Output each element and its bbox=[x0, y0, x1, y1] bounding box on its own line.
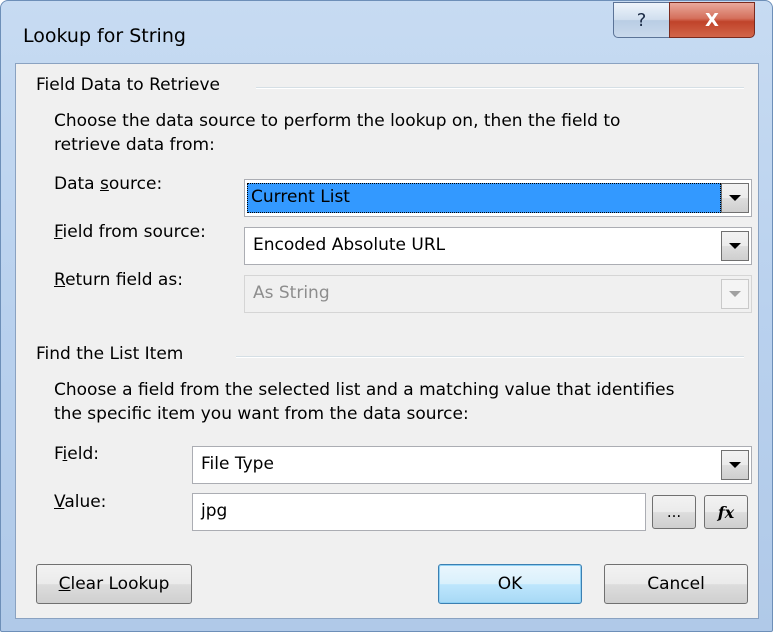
field-from-source-value: Encoded Absolute URL bbox=[253, 235, 446, 255]
cancel-label: Cancel bbox=[647, 574, 705, 594]
return-field-as-value: As String bbox=[253, 283, 330, 303]
group-divider bbox=[256, 87, 744, 89]
value-label: Value: bbox=[54, 492, 107, 512]
group-divider bbox=[236, 356, 744, 358]
field-data-description-line2: retrieve data from: bbox=[54, 135, 215, 155]
return-field-as-label: Return field as: bbox=[54, 270, 183, 290]
field-dropdown[interactable]: File Type bbox=[192, 446, 752, 484]
value-input[interactable]: jpg bbox=[192, 493, 646, 531]
field-value: File Type bbox=[201, 454, 274, 474]
field-label: Field: bbox=[54, 444, 99, 464]
window-title: Lookup for String bbox=[23, 25, 186, 47]
close-button[interactable]: X bbox=[669, 2, 755, 38]
dialog-window: Lookup for String ? X Field Data to Retr… bbox=[0, 0, 773, 632]
chevron-down-icon bbox=[729, 243, 741, 249]
find-item-description-line1: Choose a field from the selected list an… bbox=[54, 380, 675, 400]
field-from-source-dropdown-button[interactable] bbox=[721, 231, 749, 261]
find-item-description-line2: the specific item you want from the data… bbox=[54, 404, 469, 424]
function-icon: fx bbox=[717, 502, 735, 522]
help-icon: ? bbox=[636, 9, 647, 31]
field-dropdown-button[interactable] bbox=[721, 450, 749, 480]
ellipsis-icon: ... bbox=[666, 503, 682, 521]
data-source-dropdown[interactable]: Current List bbox=[244, 179, 752, 217]
field-from-source-label: Field from source: bbox=[54, 222, 206, 242]
chevron-down-icon bbox=[729, 291, 741, 297]
clear-lookup-label: Clear Lookup bbox=[58, 574, 170, 594]
return-field-as-dropdown[interactable]: As String bbox=[244, 275, 752, 313]
chevron-down-icon bbox=[729, 462, 741, 468]
help-button[interactable]: ? bbox=[613, 2, 669, 38]
browse-button[interactable]: ... bbox=[652, 495, 696, 529]
close-icon: X bbox=[705, 9, 719, 31]
value-input-text: jpg bbox=[201, 501, 228, 521]
field-data-group-title: Field Data to Retrieve bbox=[36, 75, 220, 95]
return-field-as-dropdown-button[interactable] bbox=[721, 279, 749, 309]
field-from-source-dropdown[interactable]: Encoded Absolute URL bbox=[244, 227, 752, 265]
cancel-button[interactable]: Cancel bbox=[604, 564, 748, 604]
data-source-value: Current List bbox=[247, 183, 721, 213]
chevron-down-icon bbox=[729, 195, 741, 201]
field-data-description-line1: Choose the data source to perform the lo… bbox=[54, 111, 621, 131]
data-source-label: Data source: bbox=[54, 174, 163, 194]
title-bar[interactable]: Lookup for String ? X bbox=[1, 1, 772, 63]
clear-lookup-button[interactable]: Clear Lookup bbox=[36, 564, 192, 604]
ok-button[interactable]: OK bbox=[438, 564, 582, 604]
find-item-group-title: Find the List Item bbox=[36, 344, 184, 364]
ok-label: OK bbox=[497, 574, 523, 594]
dialog-client-area: Field Data to Retrieve Choose the data s… bbox=[15, 63, 759, 619]
formula-button[interactable]: fx bbox=[704, 495, 748, 529]
data-source-dropdown-button[interactable] bbox=[721, 183, 749, 213]
